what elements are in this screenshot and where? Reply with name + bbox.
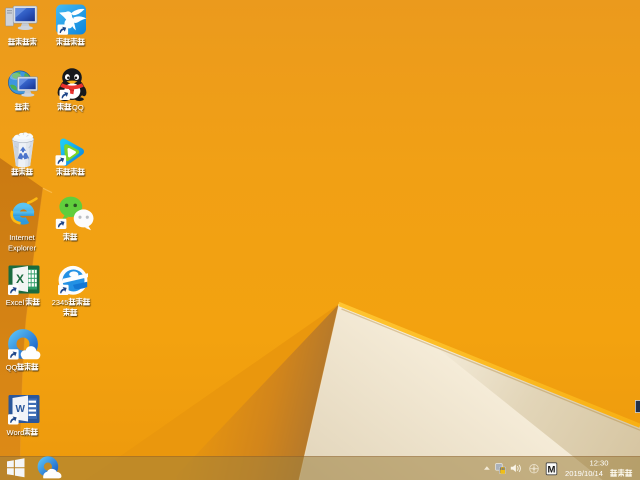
svg-text:Excel: Excel (6, 298, 25, 307)
svg-text:2345: 2345 (52, 298, 69, 307)
svg-text:X: X (16, 272, 24, 286)
svg-text:W: W (15, 404, 25, 415)
svg-text:Explorer: Explorer (8, 243, 36, 252)
svg-text:2019/10/14: 2019/10/14 (565, 469, 603, 478)
svg-text:Word: Word (7, 428, 25, 437)
svg-text:M: M (548, 465, 556, 476)
svg-text:Internet: Internet (9, 233, 35, 242)
svg-text:QQ: QQ (6, 363, 18, 372)
svg-text:12:30: 12:30 (589, 459, 608, 468)
svg-text:QQ: QQ (72, 103, 84, 112)
